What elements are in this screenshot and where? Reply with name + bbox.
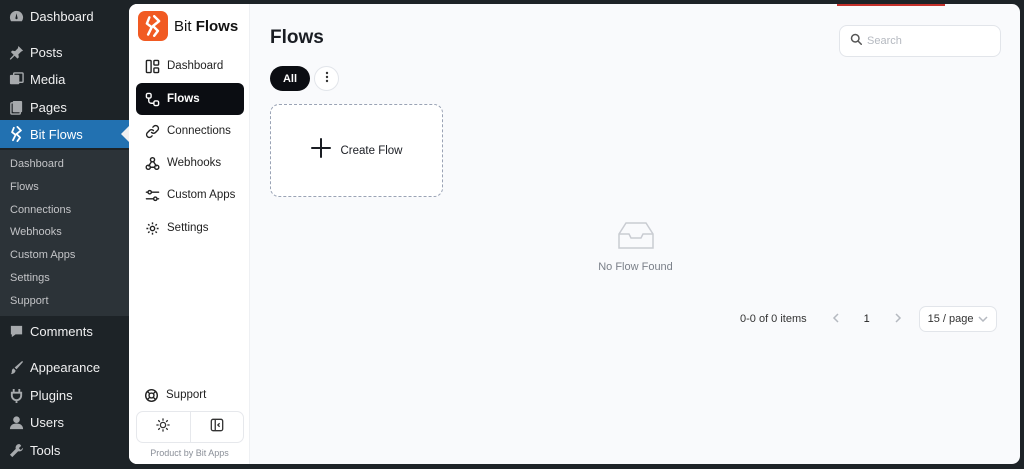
prev-page-button[interactable]	[823, 312, 849, 326]
page-size-value: 15 / page	[927, 313, 974, 325]
nav-label: Webhooks	[167, 157, 222, 169]
top-accent-bar	[837, 4, 945, 6]
wp-menu-label: Appearance	[30, 359, 101, 375]
sidebar-collapse-icon	[210, 418, 224, 437]
sun-icon	[156, 417, 171, 437]
create-flow-label: Create Flow	[340, 144, 403, 157]
wp-submenu-support[interactable]: Support	[10, 295, 49, 307]
nav-connections[interactable]: Connections	[136, 115, 244, 147]
chevron-right-icon	[894, 312, 902, 326]
wp-menu-label: Comments	[30, 323, 93, 339]
bit-flows-icon	[8, 126, 24, 142]
empty-inbox-icon	[615, 222, 657, 256]
next-page-button[interactable]	[885, 312, 911, 326]
dashboard-icon	[8, 8, 24, 24]
wp-submenu-webhooks[interactable]: Webhooks	[10, 226, 62, 238]
wp-menu-label: Dashboard	[30, 8, 94, 24]
nav-settings[interactable]: Settings	[136, 212, 244, 244]
page-title: Flows	[270, 27, 324, 48]
wrench-icon	[8, 442, 24, 458]
wp-menu-label: Plugins	[30, 387, 73, 403]
wp-submenu-dashboard[interactable]: Dashboard	[10, 158, 64, 170]
plus-icon	[310, 138, 331, 163]
layout-icon	[144, 58, 160, 74]
bit-flows-logo-icon	[138, 11, 168, 41]
search-box	[839, 25, 1001, 57]
support-link[interactable]: Support	[136, 382, 244, 408]
wp-menu-appearance[interactable]: Appearance	[0, 353, 129, 381]
comment-icon	[8, 323, 24, 339]
webhook-icon	[144, 155, 160, 171]
pagination-summary: 0-0 of 0 items	[740, 313, 807, 325]
chevron-down-icon	[978, 313, 988, 325]
product-credit: Product by Bit Apps	[150, 448, 229, 458]
nav-label: Flows	[167, 93, 200, 105]
wp-menu-users[interactable]: Users	[0, 408, 129, 436]
app-logo[interactable]: Bit Flows	[138, 11, 238, 41]
nav-dashboard[interactable]: Dashboard	[136, 50, 244, 82]
nav-label: Settings	[167, 222, 209, 234]
filter-more-button[interactable]	[314, 66, 339, 91]
wp-menu-label: Tools	[30, 442, 61, 458]
page-size-select[interactable]: 15 / page	[918, 306, 997, 332]
wp-menu-tools[interactable]: Tools	[0, 436, 129, 464]
gear-icon	[144, 220, 160, 236]
search-input[interactable]	[867, 35, 987, 47]
link-icon	[144, 123, 160, 139]
wp-menu-label: Bit Flows	[30, 126, 83, 142]
nav-custom-apps[interactable]: Custom Apps	[136, 179, 244, 211]
app-brand-name: Bit Flows	[174, 17, 239, 35]
page-number[interactable]: 1	[855, 307, 879, 331]
nav-label: Dashboard	[167, 60, 224, 72]
wp-menu-posts[interactable]: Posts	[0, 38, 129, 66]
wp-menu-media[interactable]: Media	[0, 65, 129, 93]
wp-menu-label: Users	[30, 414, 64, 430]
nav-flows[interactable]: Flows	[136, 83, 244, 115]
wp-menu-dashboard[interactable]: Dashboard	[0, 2, 129, 30]
sidebar-tools	[136, 411, 244, 443]
wp-submenu-connections[interactable]: Connections	[10, 204, 71, 216]
wp-submenu-custom-apps[interactable]: Custom Apps	[10, 249, 75, 261]
wp-submenu-settings[interactable]: Settings	[10, 272, 50, 284]
theme-toggle-button[interactable]	[137, 412, 190, 442]
pages-icon	[8, 99, 24, 115]
sliders-icon	[144, 187, 160, 203]
lifebuoy-icon	[144, 388, 159, 403]
wp-menu-bit-flows[interactable]: Bit Flows	[0, 120, 129, 148]
wp-menu-plugins[interactable]: Plugins	[0, 381, 129, 409]
wp-menu-label: Posts	[30, 44, 63, 60]
wp-menu-pages[interactable]: Pages	[0, 93, 129, 121]
nav-label: Custom Apps	[167, 189, 236, 201]
wp-menu-label: Media	[30, 71, 66, 87]
user-icon	[8, 414, 24, 430]
pagination: 0-0 of 0 items 1 15 / page	[740, 306, 997, 332]
more-vertical-icon	[325, 70, 329, 88]
collapse-sidebar-button[interactable]	[189, 412, 244, 442]
support-label: Support	[166, 389, 207, 401]
app-sidebar: Bit Flows Dashboard Flows Connections We…	[129, 4, 250, 464]
plugin-frame: Bit Flows Dashboard Flows Connections We…	[129, 4, 1020, 464]
create-flow-button[interactable]: Create Flow	[270, 104, 443, 197]
filter-all-chip[interactable]: All	[270, 66, 310, 91]
flow-icon	[144, 91, 160, 107]
nav-label: Connections	[167, 125, 231, 137]
chevron-left-icon	[832, 312, 840, 326]
media-icon	[8, 71, 24, 87]
wp-menu-comments[interactable]: Comments	[0, 317, 129, 345]
wp-menu-label: Pages	[30, 99, 67, 115]
search-icon	[850, 32, 862, 50]
pin-icon	[8, 44, 24, 60]
plug-icon	[8, 387, 24, 403]
empty-state: No Flow Found	[569, 220, 702, 273]
wp-admin-sidebar: Dashboard Posts Media Pages Bit Flows Da…	[0, 0, 129, 469]
empty-state-label: No Flow Found	[598, 261, 673, 273]
nav-webhooks[interactable]: Webhooks	[136, 147, 244, 179]
wp-submenu: Dashboard Flows Connections Webhooks Cus…	[0, 150, 129, 316]
wp-submenu-flows[interactable]: Flows	[10, 181, 39, 193]
brush-icon	[8, 359, 24, 375]
